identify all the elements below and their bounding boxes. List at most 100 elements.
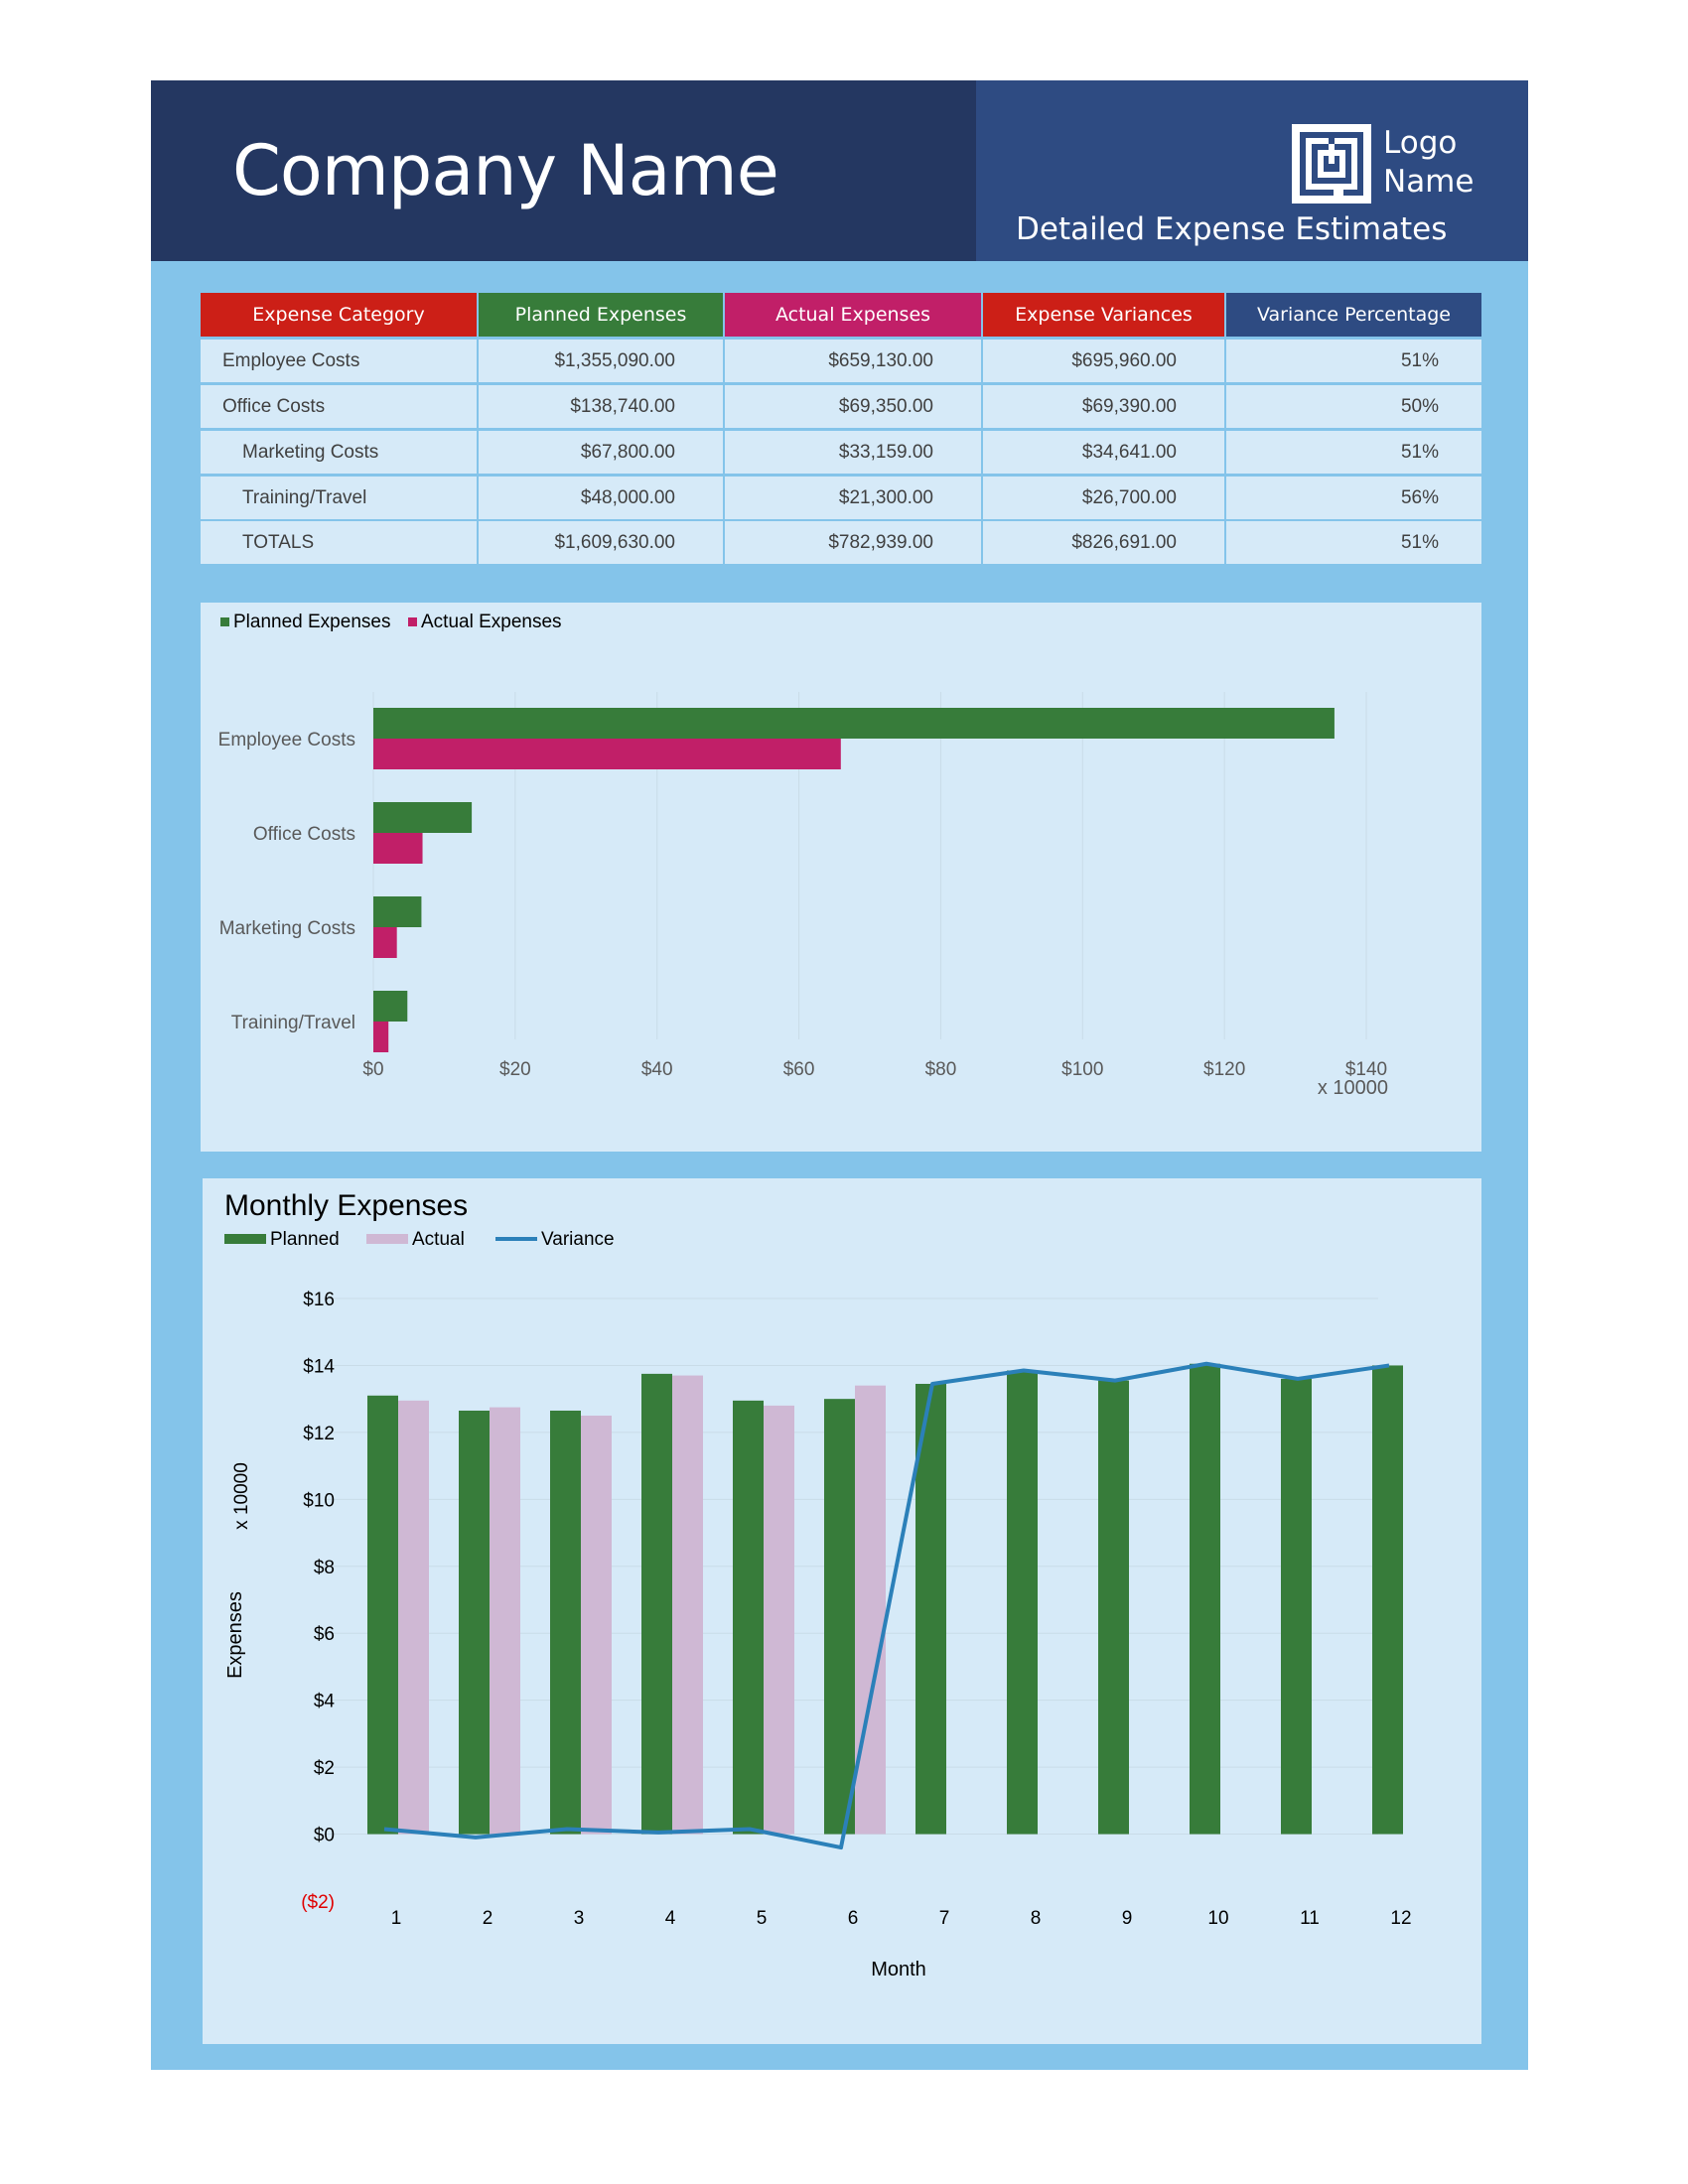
- planned-bar: [641, 1373, 672, 1835]
- table-cell: $48,000.00: [479, 477, 723, 519]
- planned-bar: [1372, 1365, 1403, 1835]
- table-cell: $1,355,090.00: [479, 340, 723, 382]
- y-axis-title: Expenses: [224, 1591, 246, 1679]
- y-tick-label: $16: [303, 1290, 335, 1310]
- monthly-expenses-chart-panel: Monthly Expenses ($2) $0 $2 $4 $6 $8 $10 $12 $14 $…: [203, 1178, 1481, 2044]
- planned-bar: [1007, 1370, 1038, 1835]
- table-row-label: Marketing Costs: [201, 431, 477, 474]
- category-label: Office Costs: [253, 824, 355, 845]
- x-tick-label: 10: [1207, 1908, 1228, 1929]
- logo-name: Logo Name: [1383, 124, 1474, 202]
- x-tick-label: 8: [1031, 1908, 1042, 1929]
- y-tick-label: $6: [314, 1624, 335, 1645]
- table-cell: $21,300.00: [725, 477, 981, 519]
- logo-name-line1: Logo: [1383, 125, 1458, 161]
- x-tick-label: $120: [1203, 1059, 1245, 1080]
- planned-bar: [733, 1400, 764, 1835]
- x-tick-label: $0: [362, 1059, 383, 1080]
- table-cell: $782,939.00: [725, 521, 981, 564]
- y-tick-label: $0: [314, 1826, 335, 1846]
- legend-label: Variance: [541, 1229, 615, 1250]
- category-bar-chart-panel: $0 $20 $40 $60 $80 $100 $120 $140 x 10000 Employe…: [201, 603, 1481, 1152]
- header-company-band: Company Name: [151, 80, 976, 261]
- x-tick-label: 11: [1300, 1908, 1320, 1929]
- table-cell: 56%: [1226, 477, 1481, 519]
- actual-bar: [373, 927, 397, 958]
- x-tick-label: 7: [939, 1908, 950, 1929]
- x-tick-label: 6: [848, 1908, 859, 1929]
- planned-bar: [373, 708, 1335, 739]
- actual-bar: [373, 833, 423, 864]
- monthly-expenses-chart: Monthly Expenses ($2) $0 $2 $4 $6 $8 $10 $12 $14 $…: [224, 1189, 1412, 1980]
- table-row-label: Office Costs: [201, 385, 477, 428]
- x-tick-label: 1: [391, 1908, 402, 1929]
- actual-bar: [373, 739, 841, 769]
- x-tick-label: $20: [499, 1059, 531, 1080]
- planned-bar: [1281, 1378, 1312, 1835]
- planned-bar: [373, 991, 408, 1022]
- display-unit-label: x 10000: [1318, 1077, 1388, 1099]
- planned-bar: [1190, 1363, 1220, 1835]
- table-cell: $26,700.00: [983, 477, 1224, 519]
- table-cell: $1,609,630.00: [479, 521, 723, 564]
- planned-bar: [373, 896, 422, 927]
- legend-swatch: [224, 1234, 266, 1244]
- x-tick-label: $40: [641, 1059, 673, 1080]
- chart-title: Monthly Expenses: [224, 1189, 468, 1222]
- actual-bar: [398, 1400, 429, 1835]
- header-planned-expenses: Planned Expenses: [479, 293, 723, 337]
- legend-swatch: [408, 617, 417, 626]
- table-cell: $826,691.00: [983, 521, 1224, 564]
- table-row-label: Training/Travel: [201, 477, 477, 519]
- legend-swatch: [366, 1234, 408, 1244]
- table-cell: $695,960.00: [983, 340, 1224, 382]
- header-logo-band: Logo Name Detailed Expense Estimates: [976, 80, 1528, 261]
- y-tick-label: $10: [303, 1490, 335, 1511]
- x-tick-label: 2: [483, 1908, 493, 1929]
- legend-label: Planned Expenses: [233, 612, 390, 632]
- category-label: Training/Travel: [231, 1013, 355, 1033]
- report-sheet: Company Name Logo Name Detailed Expense …: [151, 80, 1528, 2070]
- actual-bar: [855, 1385, 886, 1835]
- table-cell: 51%: [1226, 521, 1481, 564]
- legend-label: Planned: [270, 1229, 340, 1250]
- table-row-label: Employee Costs: [201, 340, 477, 382]
- table-cell: $34,641.00: [983, 431, 1224, 474]
- x-axis-title: Month: [871, 1959, 926, 1980]
- category-label: Employee Costs: [218, 730, 355, 751]
- logo-name-line2: Name: [1383, 164, 1475, 200]
- category-bar-chart: $0 $20 $40 $60 $80 $100 $120 $140x 10000Employe…: [218, 612, 1388, 1099]
- table-cell: $33,159.00: [725, 431, 981, 474]
- table-cell: 51%: [1226, 431, 1481, 474]
- category-label: Marketing Costs: [219, 918, 355, 939]
- actual-bar: [581, 1416, 612, 1835]
- table-row-label: TOTALS: [201, 521, 477, 564]
- table-cell: $69,390.00: [983, 385, 1224, 428]
- planned-bar: [373, 802, 473, 833]
- x-tick-label: $60: [783, 1059, 815, 1080]
- y-tick-label: $2: [314, 1758, 335, 1779]
- report-title: Detailed Expense Estimates: [1016, 211, 1448, 247]
- x-tick-label: 3: [574, 1908, 585, 1929]
- header-variance-percentage: Variance Percentage: [1226, 293, 1481, 337]
- actual-bar: [490, 1407, 520, 1835]
- legend-swatch: [220, 617, 229, 626]
- y-tick-label: $4: [314, 1692, 336, 1712]
- table-cell: $69,350.00: [725, 385, 981, 428]
- legend-label: Actual: [412, 1229, 465, 1250]
- actual-bar: [764, 1405, 794, 1835]
- table-cell: 50%: [1226, 385, 1481, 428]
- expense-summary-table: Expense Category Planned Expenses Actual E…: [201, 293, 1481, 566]
- y-tick-label: ($2): [301, 1892, 335, 1913]
- display-unit-label: x 10000: [231, 1462, 252, 1530]
- header-expense-category: Expense Category: [201, 293, 477, 337]
- table-cell: $138,740.00: [479, 385, 723, 428]
- legend-label: Actual Expenses: [421, 612, 562, 632]
- maze-logo-icon: [1292, 124, 1371, 204]
- x-tick-label: $100: [1061, 1059, 1103, 1080]
- actual-bar: [672, 1375, 703, 1835]
- x-tick-label: 4: [665, 1908, 676, 1929]
- planned-bar: [824, 1399, 855, 1835]
- y-tick-label: $8: [314, 1558, 335, 1578]
- variance-line: [383, 1361, 1390, 1850]
